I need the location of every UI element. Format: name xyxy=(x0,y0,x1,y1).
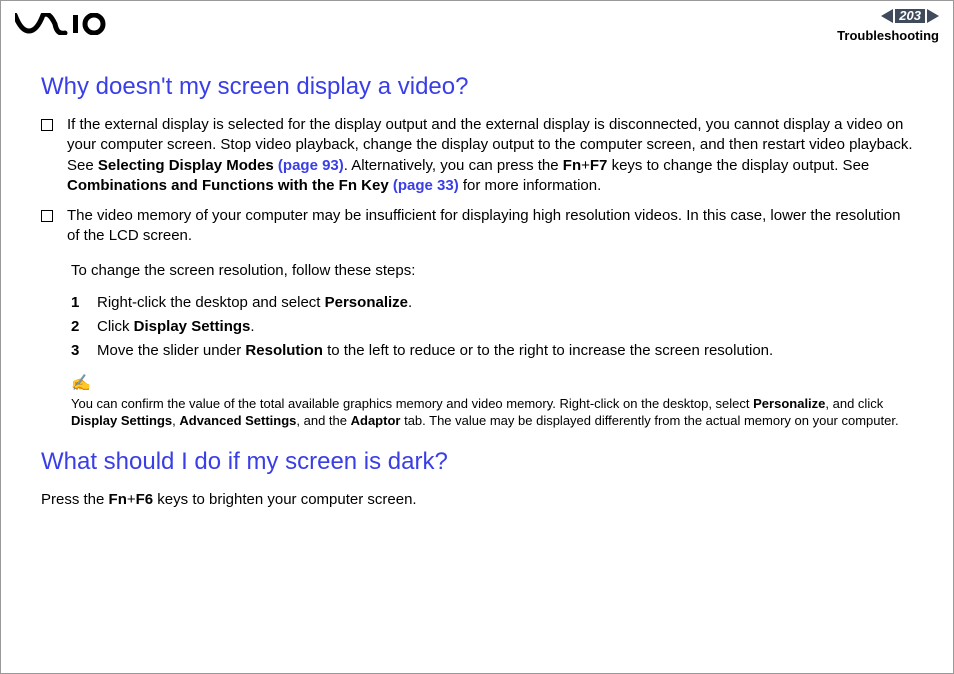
text: keys to change the display output. See xyxy=(607,157,869,174)
step-item: 2 Click Display Settings. xyxy=(71,315,913,339)
bold: Selecting Display Modes xyxy=(98,157,278,174)
bold: F7 xyxy=(590,157,608,174)
page-content: Why doesn't my screen display a video? I… xyxy=(1,43,953,510)
step-item: 1 Right-click the desktop and select Per… xyxy=(71,291,913,315)
square-bullet-icon xyxy=(41,210,53,222)
text: Click xyxy=(97,318,134,335)
text: , and click xyxy=(825,396,883,411)
step-number: 2 xyxy=(71,315,83,339)
text: + xyxy=(127,491,136,508)
bullet-list: If the external display is selected for … xyxy=(41,115,913,247)
page-link-33[interactable]: (page 33) xyxy=(393,177,459,194)
prev-page-arrow[interactable] xyxy=(881,9,893,23)
bold: Personalize xyxy=(325,294,408,311)
steps-list: 1 Right-click the desktop and select Per… xyxy=(71,291,913,363)
square-bullet-icon xyxy=(41,119,53,131)
text: Right-click the desktop and select xyxy=(97,294,325,311)
bold: F6 xyxy=(136,491,154,508)
bold: Personalize xyxy=(753,396,825,411)
section-label: Troubleshooting xyxy=(837,28,939,43)
note-icon: ✍ xyxy=(71,373,913,393)
heading-dark: What should I do if my screen is dark? xyxy=(41,448,913,476)
step-item: 3 Move the slider under Resolution to th… xyxy=(71,339,913,363)
next-page-arrow[interactable] xyxy=(927,9,939,23)
text: , and the xyxy=(296,413,350,428)
header-right: 203 Troubleshooting xyxy=(837,9,939,43)
text: keys to brighten your computer screen. xyxy=(153,491,416,508)
vaio-logo-svg xyxy=(15,13,107,35)
page-navigator: 203 xyxy=(881,9,939,23)
bullet-text: The video memory of your computer may be… xyxy=(67,206,913,247)
page-link-93[interactable]: (page 93) xyxy=(278,157,344,174)
heading-video: Why doesn't my screen display a video? xyxy=(41,73,913,101)
text: + xyxy=(581,157,590,174)
text: to the left to reduce or to the right to… xyxy=(323,342,773,359)
bold: Adaptor xyxy=(351,413,401,428)
bold: Resolution xyxy=(245,342,323,359)
text: . Alternatively, you can press the xyxy=(344,157,563,174)
step-text: Right-click the desktop and select Perso… xyxy=(97,291,412,315)
step-number: 1 xyxy=(71,291,83,315)
bold: Advanced Settings xyxy=(179,413,296,428)
text: You can confirm the value of the total a… xyxy=(71,396,753,411)
bullet-item: The video memory of your computer may be… xyxy=(41,206,913,247)
step-text: Move the slider under Resolution to the … xyxy=(97,339,773,363)
bold: Fn xyxy=(563,157,581,174)
note-text: You can confirm the value of the total a… xyxy=(71,395,913,430)
text: . xyxy=(250,318,254,335)
text: for more information. xyxy=(459,177,602,194)
bullet-item: If the external display is selected for … xyxy=(41,115,913,196)
vaio-logo xyxy=(15,9,107,35)
step-number: 3 xyxy=(71,339,83,363)
bold: Display Settings xyxy=(134,318,251,335)
bullet-text: If the external display is selected for … xyxy=(67,115,913,196)
bold: Combinations and Functions with the Fn K… xyxy=(67,177,393,194)
text: tab. The value may be displayed differen… xyxy=(400,413,898,428)
page-header: 203 Troubleshooting xyxy=(1,1,953,43)
text: . xyxy=(408,294,412,311)
step-text: Click Display Settings. xyxy=(97,315,255,339)
page-number: 203 xyxy=(895,9,925,23)
text: Press the xyxy=(41,491,109,508)
bold: Display Settings xyxy=(71,413,172,428)
bold: Fn xyxy=(109,491,127,508)
text: Move the slider under xyxy=(97,342,245,359)
steps-intro: To change the screen resolution, follow … xyxy=(71,261,913,281)
final-paragraph: Press the Fn+F6 keys to brighten your co… xyxy=(41,490,913,510)
